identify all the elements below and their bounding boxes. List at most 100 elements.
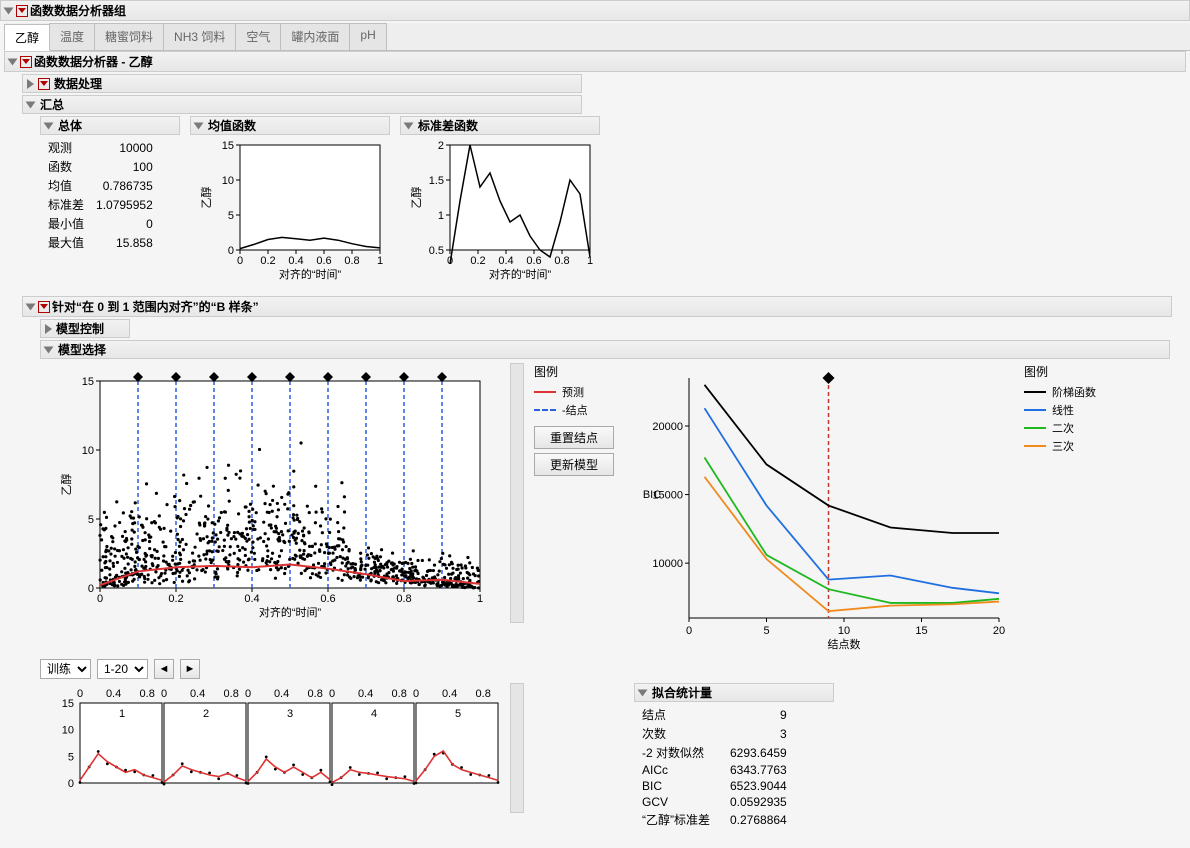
svg-text:乙醇: 乙醇 (59, 474, 73, 496)
disclosure-triangle-icon (26, 101, 36, 108)
stat-label: 最大值 (48, 234, 94, 251)
svg-text:15: 15 (82, 376, 94, 388)
disclosure-triangle-icon[interactable] (26, 303, 36, 310)
model-sel-header[interactable]: 模型选择 (40, 340, 1170, 359)
legend-step: 阶梯函数 (1052, 384, 1096, 400)
svg-text:15: 15 (915, 625, 927, 637)
disclosure-triangle-icon (404, 122, 414, 129)
disclosure-triangle-icon (44, 346, 54, 353)
tab-bar: 乙醇温度糖蜜饲料NH3 饲料空气罐内液面pH (4, 23, 1190, 51)
bspline-title: 针对“在 0 到 1 范围内对齐”的“B 样条” (52, 298, 259, 315)
svg-text:10: 10 (82, 445, 94, 457)
svg-text:0.5: 0.5 (429, 245, 444, 257)
tab-3[interactable]: NH3 饲料 (163, 23, 236, 50)
svg-text:1: 1 (438, 210, 444, 222)
reset-knots-button[interactable]: 重置结点 (534, 426, 614, 449)
disclosure-triangle-icon (45, 324, 52, 334)
mean-fn-chart: 00.20.40.60.81051015对齐的“时间”乙醇 (190, 135, 390, 285)
svg-text:0.8: 0.8 (476, 688, 491, 700)
stat-label: 最小值 (48, 215, 94, 232)
stat-value: 10000 (96, 139, 153, 156)
fit-stat-value: 6523.9044 (730, 779, 787, 793)
disclosure-triangle-icon (638, 689, 648, 696)
svg-text:0: 0 (97, 593, 103, 605)
svg-text:0.4: 0.4 (442, 688, 457, 700)
svg-text:0.6: 0.6 (526, 255, 541, 267)
fit-stats-label: 拟合统计量 (652, 684, 712, 701)
svg-text:5: 5 (763, 625, 769, 637)
fit-stat-label: BIC (642, 779, 728, 793)
tab-0[interactable]: 乙醇 (4, 24, 50, 51)
svg-text:0: 0 (413, 688, 419, 700)
tab-2[interactable]: 糖蜜饲料 (94, 23, 164, 50)
svg-text:0.4: 0.4 (190, 688, 205, 700)
svg-text:0.8: 0.8 (224, 688, 239, 700)
svg-text:4: 4 (371, 708, 377, 720)
svg-text:20000: 20000 (652, 421, 683, 433)
overall-header[interactable]: 总体 (40, 116, 180, 135)
stat-value: 15.858 (96, 234, 153, 251)
svg-text:10: 10 (838, 625, 850, 637)
main-header: 函数数据分析器组 (0, 0, 1190, 21)
train-select[interactable]: 训练 (40, 659, 91, 679)
svg-text:1: 1 (377, 255, 383, 267)
svg-text:5: 5 (68, 751, 74, 763)
stat-value: 0.786735 (96, 177, 153, 194)
fit-stats-header[interactable]: 拟合统计量 (634, 683, 834, 702)
mean-fn-header[interactable]: 均值函数 (190, 116, 390, 135)
std-fn-chart: 00.20.40.60.810.511.52对齐的“时间”乙醇 (400, 135, 600, 285)
tab-4[interactable]: 空气 (235, 23, 281, 50)
stat-label: 观测 (48, 139, 94, 156)
svg-text:20: 20 (993, 625, 1005, 637)
svg-text:对齐的“时间”: 对齐的“时间” (489, 267, 552, 281)
svg-text:15000: 15000 (652, 490, 683, 502)
svg-text:0.8: 0.8 (396, 593, 411, 605)
svg-text:0: 0 (245, 688, 251, 700)
model-sel-label: 模型选择 (58, 341, 106, 358)
model-ctrl-label: 模型控制 (56, 320, 104, 337)
legend-pred: 预测 (562, 384, 584, 400)
red-dropdown-icon[interactable] (20, 56, 32, 68)
svg-text:0.2: 0.2 (260, 255, 275, 267)
data-proc-header[interactable]: 数据处理 (22, 74, 582, 93)
update-model-button[interactable]: 更新模型 (534, 453, 614, 476)
svg-text:10000: 10000 (652, 558, 683, 570)
tab-6[interactable]: pH (349, 23, 386, 50)
red-dropdown-icon[interactable] (38, 301, 50, 313)
red-dropdown-icon[interactable] (38, 78, 50, 90)
svg-text:0: 0 (77, 688, 83, 700)
analyzer-header: 函数数据分析器 - 乙醇 (4, 51, 1186, 72)
legend-cubic: 三次 (1052, 438, 1074, 454)
svg-text:3: 3 (287, 708, 293, 720)
disclosure-triangle-icon[interactable] (8, 58, 18, 65)
svg-text:5: 5 (228, 210, 234, 222)
fit-stat-label: GCV (642, 795, 728, 809)
svg-text:0: 0 (686, 625, 692, 637)
svg-text:0: 0 (329, 688, 335, 700)
next-button[interactable]: ► (180, 659, 200, 679)
tab-5[interactable]: 罐内液面 (280, 23, 350, 50)
svg-text:5: 5 (88, 514, 94, 526)
fit-stat-label: “乙醇”标准差 (642, 811, 728, 828)
svg-text:2: 2 (438, 140, 444, 152)
svg-text:1: 1 (119, 708, 125, 720)
model-ctrl-header[interactable]: 模型控制 (40, 319, 130, 338)
prev-button[interactable]: ◄ (154, 659, 174, 679)
fit-stat-value: 0.2768864 (730, 811, 787, 828)
fit-stat-label: AICc (642, 763, 728, 777)
svg-text:0: 0 (68, 778, 74, 790)
tab-1[interactable]: 温度 (49, 23, 95, 50)
svg-text:0.4: 0.4 (358, 688, 373, 700)
fit-stat-label: 结点 (642, 706, 728, 723)
vertical-scrollbar[interactable] (510, 683, 524, 813)
std-fn-header[interactable]: 标准差函数 (400, 116, 600, 135)
vertical-scrollbar[interactable] (510, 363, 524, 623)
svg-text:0.2: 0.2 (168, 593, 183, 605)
svg-text:乙醇: 乙醇 (199, 187, 213, 209)
disclosure-triangle-icon[interactable] (4, 7, 14, 14)
range-select[interactable]: 1-20 (97, 659, 148, 679)
red-dropdown-icon[interactable] (16, 5, 28, 17)
svg-text:5: 5 (455, 708, 461, 720)
stat-label: 均值 (48, 177, 94, 194)
summary-header[interactable]: 汇总 (22, 95, 582, 114)
